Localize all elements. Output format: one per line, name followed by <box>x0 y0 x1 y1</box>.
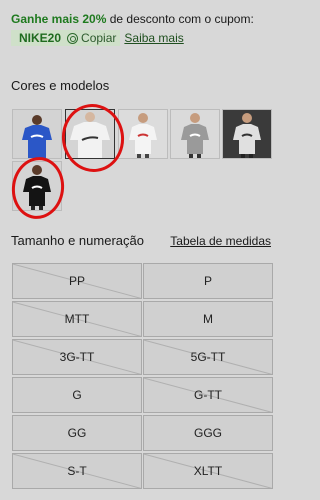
color-swatch-blue[interactable] <box>12 109 62 159</box>
size-label: 3G-TT <box>59 350 95 364</box>
white-shirt-2-image <box>119 110 167 158</box>
color-swatch-black[interactable] <box>12 161 62 211</box>
promo-highlight: Ganhe mais 20% <box>11 12 107 26</box>
size-label: M <box>203 312 213 326</box>
color-swatch-dark[interactable] <box>222 109 272 159</box>
promo-description: de desconto com o cupom: <box>106 12 254 26</box>
black-shirt-image <box>13 162 61 210</box>
color-swatch-white-selected[interactable] <box>65 109 115 159</box>
size-label: GGG <box>193 426 222 440</box>
size-label: XLTT <box>193 464 223 478</box>
blue-shirt-image <box>13 110 61 158</box>
size-label: 5G-TT <box>190 350 226 364</box>
coupon-copy-button[interactable]: NIKE20 Copiar <box>11 30 121 46</box>
size-title: Tamanho e numeração <box>11 233 144 248</box>
coupon-code: NIKE20 <box>19 31 62 45</box>
size-label: PP <box>68 274 85 288</box>
size-chart-link[interactable]: Tabela de medidas <box>170 234 271 248</box>
white-shirt-image <box>66 110 114 158</box>
size-option-s-t[interactable]: S-T <box>12 453 142 489</box>
size-option-gg[interactable]: GG <box>12 415 142 451</box>
size-option-ggg[interactable]: GGG <box>143 415 273 451</box>
size-option-m[interactable]: M <box>143 301 273 337</box>
copy-label: Copiar <box>81 31 117 45</box>
promo-banner: Ganhe mais 20% de desconto com o cupom: … <box>11 12 311 47</box>
size-label: S-T <box>67 464 87 478</box>
size-option-p[interactable]: P <box>143 263 273 299</box>
saiba-mais-link[interactable]: Saiba mais <box>124 31 183 45</box>
size-option-g[interactable]: G <box>12 377 142 413</box>
dark-shirt-image <box>223 110 271 158</box>
size-option-3g-tt[interactable]: 3G-TT <box>12 339 142 375</box>
grey-shirt-image <box>171 110 219 158</box>
color-swatch-white-2[interactable] <box>118 109 168 159</box>
size-option-g-tt[interactable]: G-TT <box>143 377 273 413</box>
colors-title: Cores e modelos <box>11 78 110 93</box>
color-swatch-grey[interactable] <box>170 109 220 159</box>
size-option-xltt[interactable]: XLTT <box>143 453 273 489</box>
size-label: MTT <box>64 312 90 326</box>
size-option-mtt[interactable]: MTT <box>12 301 142 337</box>
copy-icon <box>67 32 79 44</box>
promo-text: Ganhe mais 20% de desconto com o cupom: <box>11 12 311 27</box>
size-label: P <box>203 274 212 288</box>
size-label: G-TT <box>194 388 222 402</box>
size-label: G <box>72 388 82 402</box>
size-label: GG <box>67 426 87 440</box>
size-option-5g-tt[interactable]: 5G-TT <box>143 339 273 375</box>
size-option-pp[interactable]: PP <box>12 263 142 299</box>
